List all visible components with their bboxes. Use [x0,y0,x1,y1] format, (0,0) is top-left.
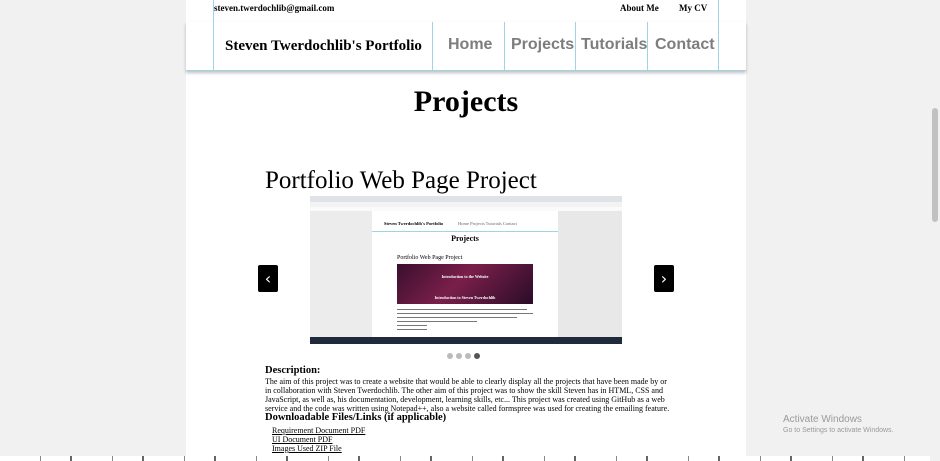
contact-email[interactable]: steven.twerdochlib@gmail.com [214,3,334,13]
divider [213,22,214,70]
carousel-dot[interactable] [447,353,453,359]
page-title: Projects [413,85,519,118]
nav-projects[interactable]: Projects [511,36,574,54]
divider [718,0,719,22]
screenshot-margin [310,211,372,337]
divider [432,22,433,70]
description-text: The aim of this project was to create a … [265,377,670,413]
activate-windows-title: Activate Windows [783,414,862,425]
downloads-heading: Downloadable Files/Links (if applicable) [265,412,447,423]
carousel-dot-active[interactable] [474,353,480,359]
carousel-prev-button[interactable]: ‹ [258,265,278,292]
divider [647,22,648,70]
chevron-left-icon: ‹ [264,269,272,288]
divider [504,22,505,70]
screenshot-links: Home Projects Tutorials Contact [458,221,517,226]
screenshot-text-line [397,317,517,318]
cutoff-content-strip [0,456,930,461]
screenshot-margin [558,211,622,337]
about-me-link[interactable]: About Me [620,3,659,13]
carousel-slide-image: Steven Twerdochlib's Portfolio Home Proj… [310,196,622,344]
carousel-indicators [447,346,483,364]
carousel-dot[interactable] [456,353,462,359]
vertical-scrollbar[interactable] [930,0,940,461]
carousel-next-button[interactable]: › [654,265,674,292]
site-brand[interactable]: Steven Twerdochlib's Portfolio [225,38,422,55]
screenshot-slide-subtitle: Introduction to Steven Twerdochlib [434,295,496,300]
activate-windows-subtitle: Go to Settings to activate Windows. [783,427,894,434]
background-gutter [746,0,930,461]
screenshot-text-line [397,313,533,314]
screenshot-project-title: Portfolio Web Page Project [397,255,463,261]
screenshot-taskbar [310,337,622,344]
top-bar: steven.twerdochlib@gmail.com About Me My… [186,0,746,23]
project-title: Portfolio Web Page Project [265,167,537,194]
screenshot-heading: Projects [451,234,479,243]
chevron-right-icon: › [660,269,668,288]
download-requirement-pdf[interactable]: Requirement Document PDF [272,426,365,435]
scrollbar-thumb[interactable] [932,108,938,222]
download-ui-pdf[interactable]: UI Document PDF [272,435,332,444]
nav-tutorials[interactable]: Tutorials [581,36,647,54]
description-heading: Description: [265,365,321,376]
main-navbar: Steven Twerdochlib's Portfolio Home Proj… [186,22,746,71]
screenshot-page: Steven Twerdochlib's Portfolio Home Proj… [372,211,558,337]
nav-contact[interactable]: Contact [655,36,715,54]
screenshot-inner-slide: Introduction to the Website Introduction… [397,264,533,304]
screenshot-slide-title: Introduction to the Website [441,274,489,279]
screenshot-brand: Steven Twerdochlib's Portfolio [384,221,444,226]
carousel-dot[interactable] [465,353,471,359]
divider [575,22,576,70]
screenshot-text-line [397,321,477,322]
screenshot-text-line [397,329,427,330]
divider [718,22,719,70]
download-images-zip[interactable]: Images Used ZIP File [272,444,342,453]
my-cv-link[interactable]: My CV [679,3,707,13]
screenshot-text-line [397,325,427,326]
screenshot-text-line [397,309,527,310]
nav-home[interactable]: Home [448,36,492,54]
